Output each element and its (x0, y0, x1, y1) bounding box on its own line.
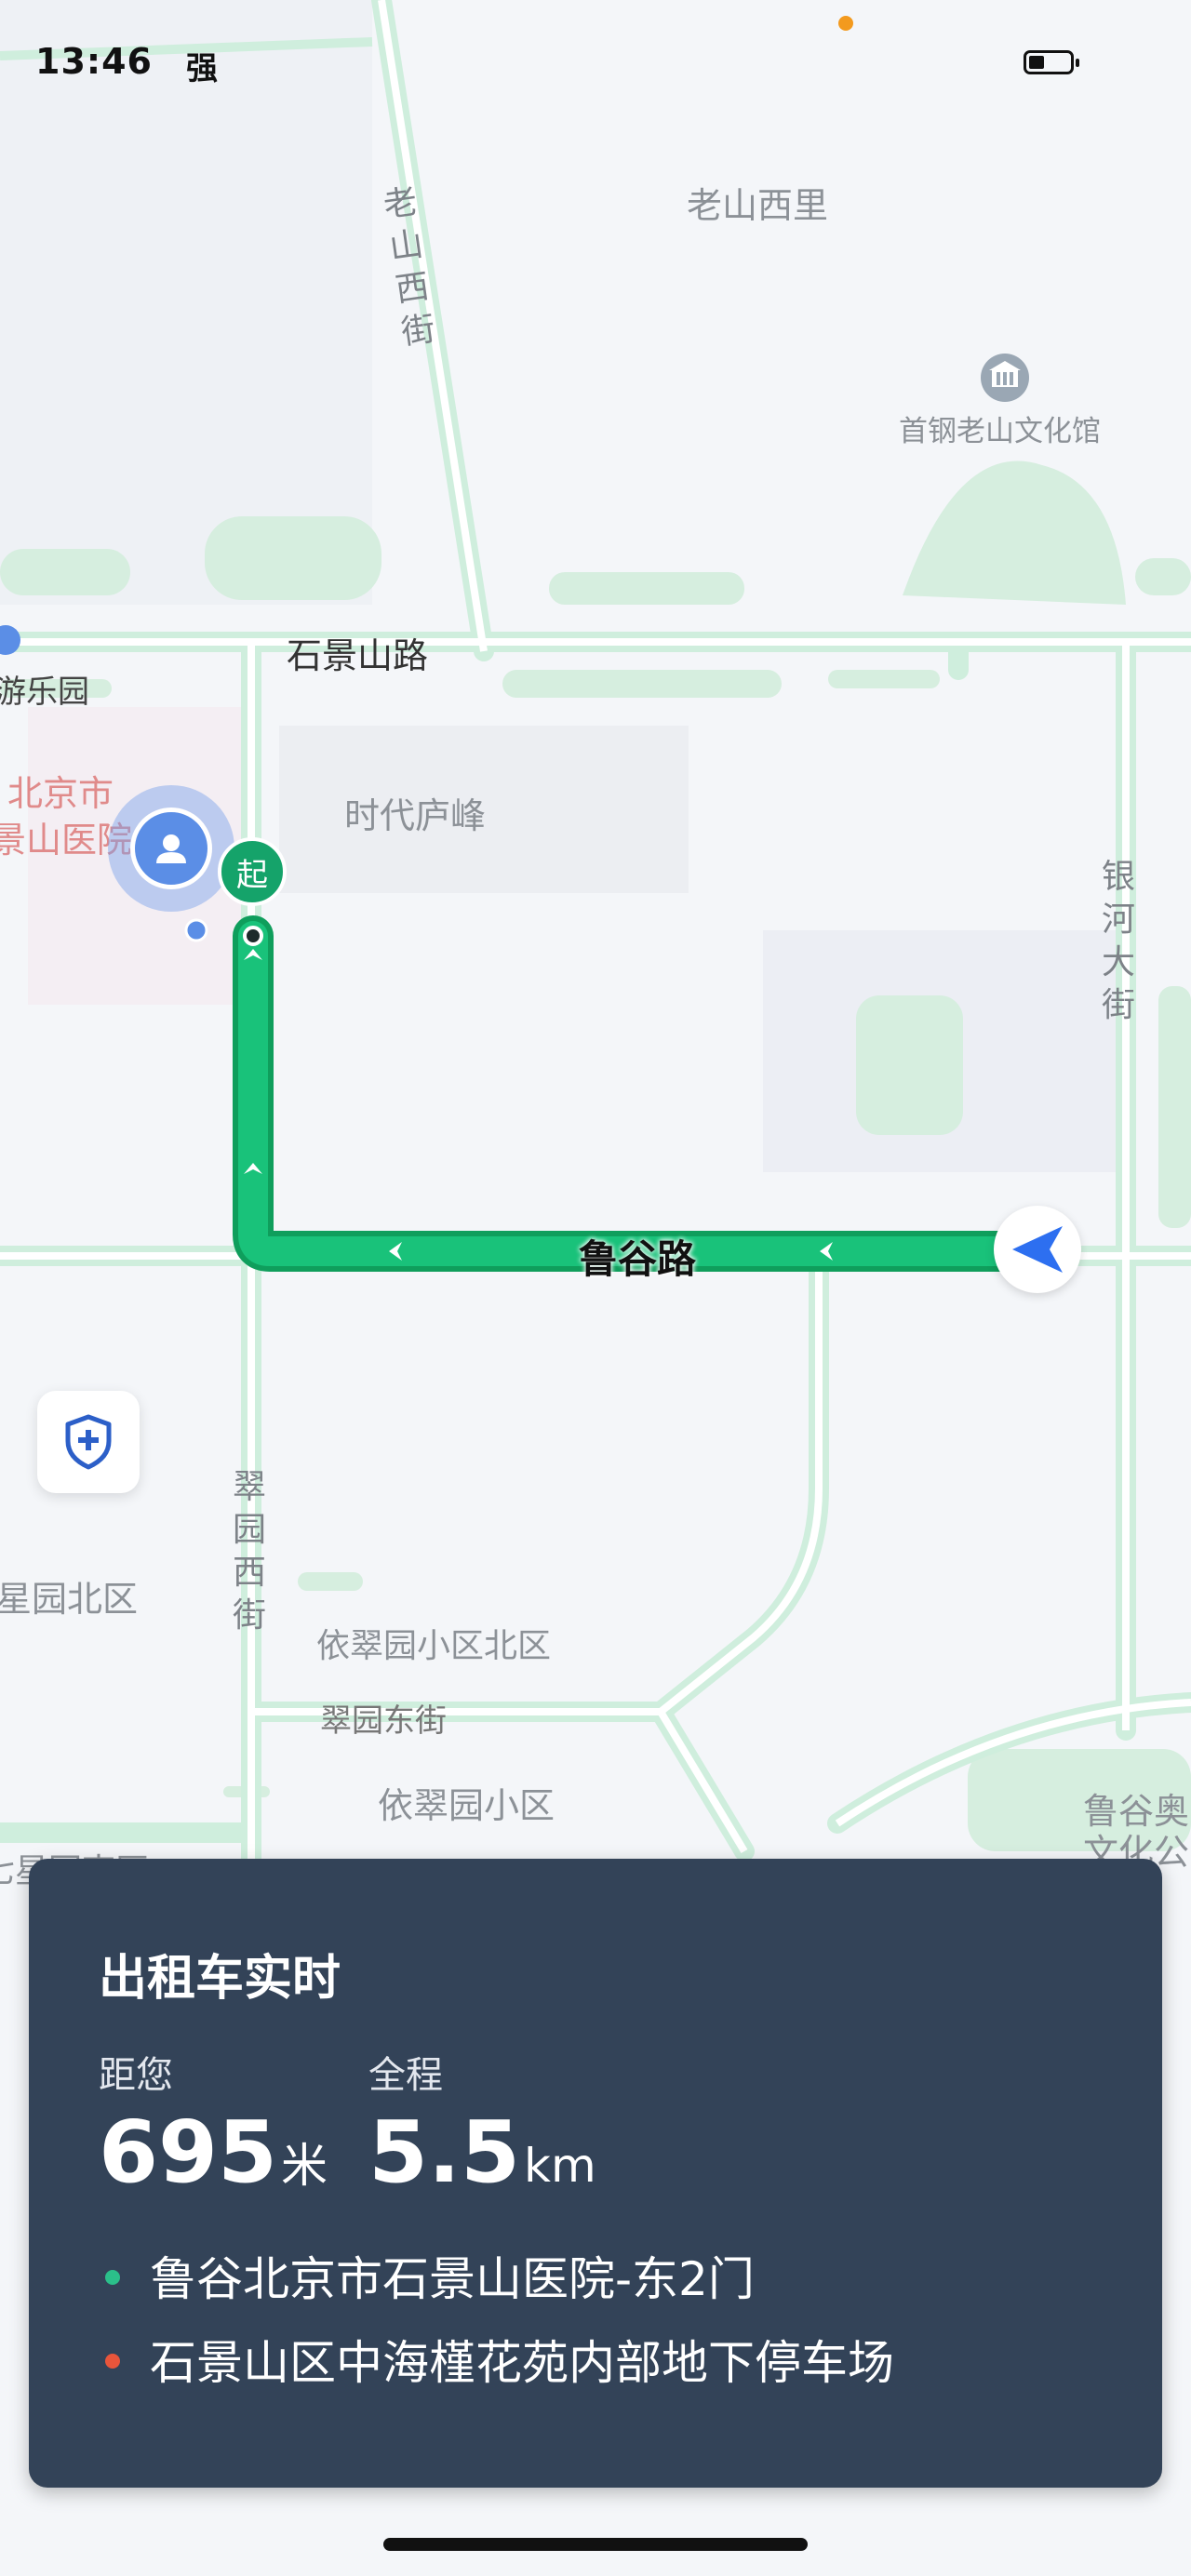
map-label-culture-hall: 首钢老山文化馆 (899, 415, 1101, 448)
map-label-yicuiyuan: 依翠园小区 (378, 1785, 555, 1826)
destination-dot (105, 2354, 120, 2369)
map-label-xingyuan-north: 星园北区 (0, 1579, 139, 1620)
distance-number: 695 (99, 2102, 278, 2202)
map-label-laoshan-xili: 老山西里 (687, 185, 829, 226)
origin-dot (105, 2270, 120, 2285)
trip-info-panel[interactable]: 出租车实时 距您 695米 全程 5.5km 鲁谷北京市石景山医院-东2门 石景… (29, 1859, 1162, 2488)
status-time: 13:46 (35, 41, 153, 82)
map-label-cuiyuan-dongjie: 翠园东街 (320, 1702, 447, 1740)
map-label-amusement-park: 游乐园 (0, 674, 89, 711)
map-label-yinhe-street: 银河大街 (1101, 858, 1135, 1024)
signal-strength: 强 (186, 50, 218, 87)
destination-address: 石景山区中海槿花苑内部地下停车场 (150, 2336, 894, 2390)
location-dot (184, 918, 208, 942)
total-label: 全程 (368, 2054, 443, 2097)
home-indicator[interactable] (383, 2538, 808, 2551)
distance-value: 695米 (99, 2110, 328, 2196)
battery-icon (1024, 50, 1079, 74)
privacy-indicator-dot (838, 16, 853, 31)
total-value: 5.5km (368, 2110, 596, 2196)
map-label-yicuiyuan-north: 依翠园小区北区 (316, 1627, 552, 1665)
navigation-arrow-icon[interactable] (994, 1206, 1081, 1293)
map-label-hospital-line1: 北京市 (7, 773, 114, 814)
map-label-lugu-road: 鲁谷路 (579, 1236, 697, 1282)
map-label-shijingshan-road: 石景山路 (287, 635, 429, 676)
map-label-cuiyuan-xijie: 翠园西街 (232, 1468, 266, 1635)
total-unit: km (523, 2139, 596, 2193)
origin-address: 鲁谷北京市石景山医院-东2门 (150, 2252, 755, 2306)
distance-label: 距您 (99, 2054, 173, 2097)
start-marker: 起 (218, 837, 287, 906)
total-number: 5.5 (368, 2102, 520, 2202)
museum-icon (981, 354, 1029, 402)
shield-plus-icon[interactable] (37, 1391, 140, 1493)
person-icon[interactable] (130, 808, 212, 889)
panel-title: 出租车实时 (99, 1951, 341, 2007)
distance-unit: 米 (281, 2139, 328, 2193)
map-label-shidai-lufeng: 时代庐峰 (344, 795, 487, 836)
